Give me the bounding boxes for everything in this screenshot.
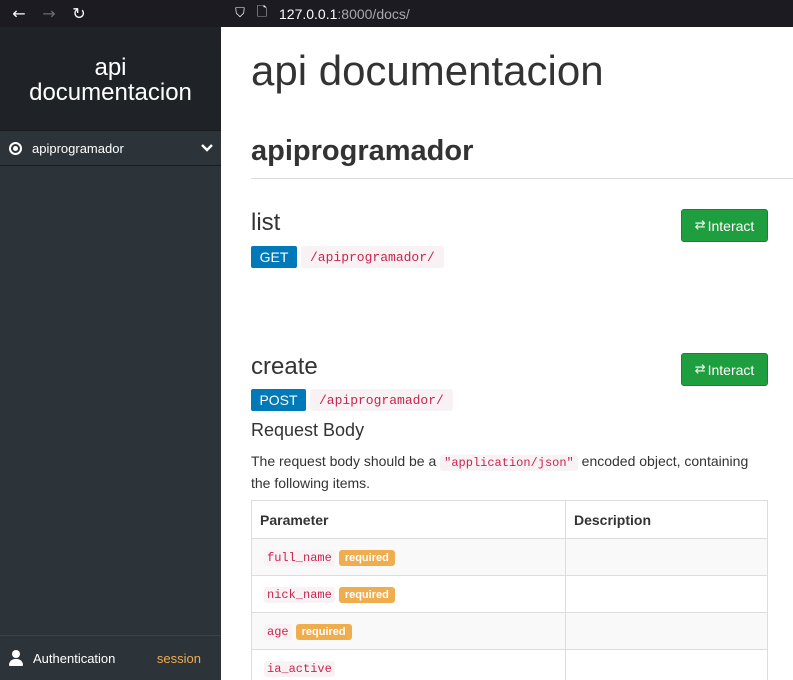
- swap-arrows-icon: ⇄: [694, 362, 706, 377]
- table-row: full_name required: [251, 538, 768, 576]
- required-badge: required: [295, 623, 352, 640]
- required-badge: required: [338, 549, 395, 566]
- sidebar-item-apiprogramador[interactable]: apiprogramador: [0, 130, 221, 166]
- authentication-label: Authentication: [33, 650, 116, 666]
- param-cell: nick_name required: [251, 575, 566, 613]
- endpoint-path: /apiprogramador/: [301, 246, 444, 268]
- back-arrow-icon[interactable]: ←: [4, 0, 34, 27]
- param-cell: age required: [251, 612, 566, 650]
- request-body-title: Request Body: [251, 420, 365, 440]
- user-icon: [9, 650, 23, 666]
- reload-icon[interactable]: ↻: [64, 0, 94, 27]
- url-bar[interactable]: ⛉ 🗋 127.0.0.1:8000/docs/: [221, 0, 793, 27]
- swap-arrows-icon: ⇄: [694, 218, 706, 233]
- description-cell: [565, 575, 768, 613]
- method-badge-post: POST: [251, 389, 306, 411]
- method-badge-get: GET: [251, 246, 297, 268]
- brand-title[interactable]: api documentacion: [0, 27, 221, 130]
- description-cell: [565, 649, 768, 680]
- page-icon: 🗋: [256, 4, 268, 20]
- required-badge: required: [338, 586, 395, 603]
- endpoint-title-list: list: [251, 209, 281, 236]
- description-cell: [565, 612, 768, 650]
- param-cell: ia_active: [251, 649, 566, 680]
- main-content: api documentacion apiprogramador list ⇄ …: [221, 27, 793, 680]
- page-title: api documentacion: [251, 47, 604, 94]
- sidebar-item-label: apiprogramador: [32, 140, 124, 156]
- param-name: ia_active: [264, 661, 335, 677]
- authentication-row[interactable]: Authentication session: [0, 635, 221, 680]
- sidebar: api documentacion apiprogramador Authent…: [0, 27, 221, 680]
- column-header-description: Description: [565, 500, 768, 539]
- section-divider: [251, 178, 793, 179]
- param-cell: full_name required: [251, 538, 566, 576]
- description-cell: [565, 538, 768, 576]
- param-name: full_name: [264, 549, 335, 566]
- browser-toolbar: ← → ↻ ⛉ 🗋 127.0.0.1:8000/docs/: [0, 0, 793, 27]
- interact-label: Interact: [707, 217, 755, 234]
- chevron-down-icon[interactable]: [193, 142, 221, 155]
- section-title: apiprogramador: [251, 135, 474, 167]
- parameters-table: Parameter Description full_name required …: [251, 500, 768, 680]
- table-row: ia_active: [251, 649, 768, 680]
- interact-button-create[interactable]: ⇄ Interact: [681, 353, 768, 386]
- param-name: age: [264, 623, 292, 640]
- brand-line-2: documentacion: [29, 79, 192, 106]
- content-type-code: "application/json": [440, 455, 578, 471]
- endpoint-title-create: create: [251, 353, 318, 380]
- table-row: nick_name required: [251, 575, 768, 613]
- interact-button-list[interactable]: ⇄ Interact: [681, 209, 768, 242]
- shield-icon[interactable]: ⛉: [229, 6, 251, 21]
- forward-arrow-icon[interactable]: →: [34, 0, 64, 27]
- url-text[interactable]: 127.0.0.1:8000/docs/: [279, 6, 410, 22]
- column-header-parameter: Parameter: [251, 500, 566, 539]
- table-row: age required: [251, 612, 768, 650]
- brand-line-1: api: [94, 54, 127, 81]
- table-header-row: Parameter Description: [251, 500, 768, 539]
- authentication-value[interactable]: session: [157, 651, 201, 666]
- radio-dot-icon: [9, 141, 22, 155]
- desc-text: The request body should be a: [251, 453, 441, 469]
- interact-label: Interact: [707, 361, 755, 378]
- endpoint-path: /apiprogramador/: [310, 389, 453, 411]
- param-name: nick_name: [264, 586, 335, 603]
- request-body-description: The request body should be a "applicatio…: [251, 451, 771, 493]
